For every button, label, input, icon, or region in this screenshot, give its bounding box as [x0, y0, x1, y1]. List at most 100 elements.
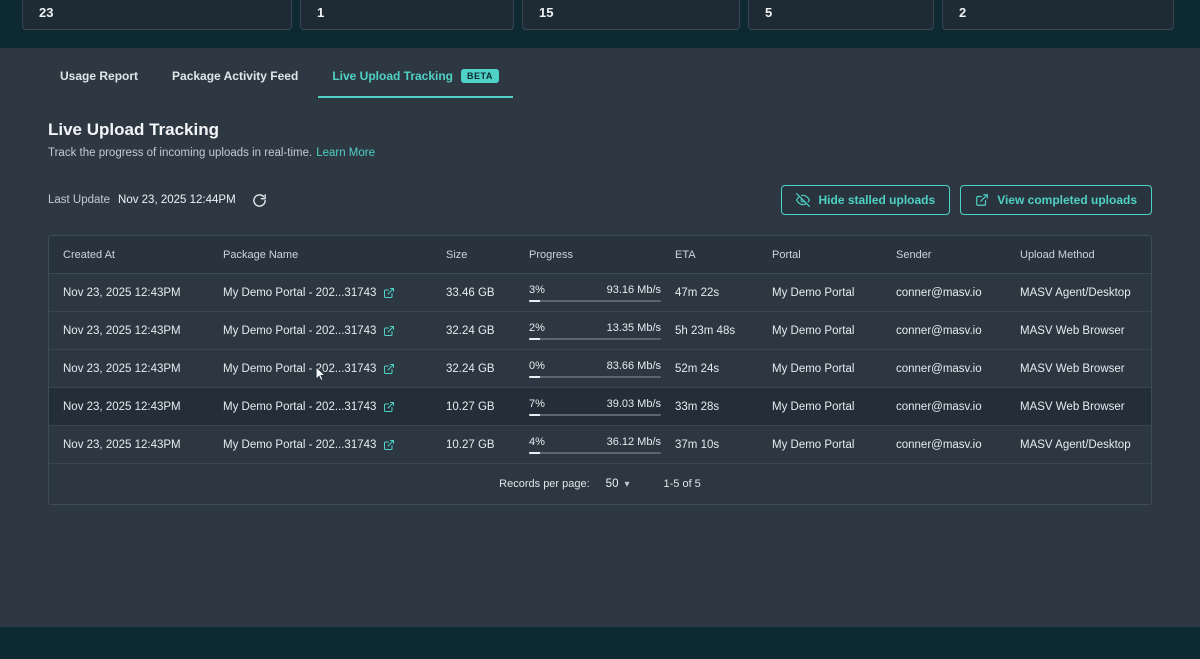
per-page-value: 50 [606, 478, 619, 490]
table-row[interactable]: Nov 23, 2025 12:43PM My Demo Portal - 20… [49, 388, 1151, 426]
stat-value: 15 [539, 5, 553, 20]
tab-live-upload-tracking[interactable]: Live Upload Tracking BETA [318, 56, 513, 98]
table-row[interactable]: Nov 23, 2025 12:43PM My Demo Portal - 20… [49, 274, 1151, 312]
external-link-icon [975, 193, 989, 207]
table-body: Nov 23, 2025 12:43PM My Demo Portal - 20… [49, 274, 1151, 464]
cell-size: 32.24 GB [432, 325, 515, 337]
progress-track [529, 300, 661, 302]
cell-portal: My Demo Portal [758, 363, 882, 375]
cell-size: 32.24 GB [432, 363, 515, 375]
progress-widget: 4% 36.12 Mb/s [529, 436, 661, 454]
stat-card[interactable]: 1 [300, 0, 514, 30]
progress-fill [529, 300, 540, 302]
caret-down-icon: ▾ [624, 479, 629, 490]
cell-created-at: Nov 23, 2025 12:43PM [49, 287, 209, 299]
learn-more-link[interactable]: Learn More [316, 147, 375, 159]
progress-fill [529, 338, 540, 340]
stat-value: 1 [317, 5, 324, 20]
package-name-text: My Demo Portal - 202...31743 [223, 325, 376, 337]
tab-bar: Usage Report Package Activity Feed Live … [60, 56, 1152, 98]
cell-progress: 3% 93.16 Mb/s [515, 284, 661, 302]
stat-card[interactable]: 5 [748, 0, 934, 30]
cell-eta: 47m 22s [661, 287, 758, 299]
tab-label: Package Activity Feed [172, 69, 298, 83]
cell-eta: 52m 24s [661, 363, 758, 375]
column-header-package-name: Package Name [209, 249, 432, 261]
progress-widget: 0% 83.66 Mb/s [529, 360, 661, 378]
table-footer: Records per page: 50 ▾ 1-5 of 5 [49, 464, 1151, 504]
records-per-page-select[interactable]: 50 ▾ [606, 478, 630, 490]
cell-progress: 2% 13.35 Mb/s [515, 322, 661, 340]
table-row[interactable]: Nov 23, 2025 12:43PM My Demo Portal - 20… [49, 312, 1151, 350]
progress-percent: 0% [529, 360, 545, 372]
open-package-icon[interactable] [383, 363, 395, 375]
subtitle-text: Track the progress of incoming uploads i… [48, 147, 312, 159]
button-label: Hide stalled uploads [818, 193, 935, 207]
cell-upload-method: MASV Web Browser [1006, 363, 1151, 375]
uploads-table: Created At Package Name Size Progress ET… [48, 235, 1152, 505]
stat-card[interactable]: 23 [22, 0, 292, 30]
package-name-text: My Demo Portal - 202...31743 [223, 401, 376, 413]
cell-package-name: My Demo Portal - 202...31743 [209, 287, 432, 299]
toolbar: Last Update Nov 23, 2025 12:44PM Hide st… [48, 185, 1152, 215]
cell-sender: conner@masv.io [882, 401, 1006, 413]
cell-size: 10.27 GB [432, 439, 515, 451]
records-per-page-label: Records per page: [499, 478, 590, 490]
package-name-text: My Demo Portal - 202...31743 [223, 439, 376, 451]
last-update-value: Nov 23, 2025 12:44PM [118, 194, 236, 206]
cell-package-name: My Demo Portal - 202...31743 [209, 325, 432, 337]
cell-progress: 7% 39.03 Mb/s [515, 398, 661, 416]
progress-fill [529, 452, 540, 454]
main-content: Usage Report Package Activity Feed Live … [0, 48, 1200, 627]
open-package-icon[interactable] [383, 401, 395, 413]
tab-package-activity-feed[interactable]: Package Activity Feed [172, 56, 298, 98]
column-header-upload-method: Upload Method [1006, 249, 1151, 261]
progress-speed: 13.35 Mb/s [607, 322, 661, 334]
refresh-icon[interactable] [252, 193, 267, 208]
button-label: View completed uploads [997, 193, 1137, 207]
open-package-icon[interactable] [383, 325, 395, 337]
top-band: 23 1 15 5 2 [0, 0, 1200, 48]
table-row[interactable]: Nov 23, 2025 12:43PM My Demo Portal - 20… [49, 426, 1151, 464]
stat-value: 23 [39, 5, 53, 20]
cell-created-at: Nov 23, 2025 12:43PM [49, 439, 209, 451]
cell-eta: 37m 10s [661, 439, 758, 451]
tab-usage-report[interactable]: Usage Report [60, 56, 138, 98]
cell-sender: conner@masv.io [882, 287, 1006, 299]
tab-label: Usage Report [60, 69, 138, 83]
cell-upload-method: MASV Agent/Desktop [1006, 287, 1151, 299]
progress-track [529, 376, 661, 378]
cell-eta: 5h 23m 48s [661, 325, 758, 337]
page-subtitle: Track the progress of incoming uploads i… [48, 147, 1152, 159]
progress-widget: 3% 93.16 Mb/s [529, 284, 661, 302]
column-header-created-at: Created At [49, 249, 209, 261]
hide-stalled-uploads-button[interactable]: Hide stalled uploads [781, 185, 950, 215]
progress-percent: 3% [529, 284, 545, 296]
stat-card[interactable]: 2 [942, 0, 1174, 30]
eye-off-icon [796, 193, 810, 207]
open-package-icon[interactable] [383, 287, 395, 299]
package-name-text: My Demo Portal - 202...31743 [223, 363, 376, 375]
open-package-icon[interactable] [383, 439, 395, 451]
cell-sender: conner@masv.io [882, 363, 1006, 375]
table-row[interactable]: Nov 23, 2025 12:43PM My Demo Portal - 20… [49, 350, 1151, 388]
cell-portal: My Demo Portal [758, 401, 882, 413]
progress-percent: 2% [529, 322, 545, 334]
progress-widget: 7% 39.03 Mb/s [529, 398, 661, 416]
cell-upload-method: MASV Web Browser [1006, 401, 1151, 413]
column-header-sender: Sender [882, 249, 1006, 261]
toolbar-actions: Hide stalled uploads View completed uplo… [781, 185, 1152, 215]
column-header-progress: Progress [515, 249, 661, 261]
pagination-range: 1-5 of 5 [664, 478, 701, 490]
progress-track [529, 338, 661, 340]
page-title: Live Upload Tracking [48, 120, 1152, 140]
cell-progress: 4% 36.12 Mb/s [515, 436, 661, 454]
cell-progress: 0% 83.66 Mb/s [515, 360, 661, 378]
tab-label: Live Upload Tracking [332, 69, 453, 83]
progress-widget: 2% 13.35 Mb/s [529, 322, 661, 340]
cell-package-name: My Demo Portal - 202...31743 [209, 401, 432, 413]
view-completed-uploads-button[interactable]: View completed uploads [960, 185, 1152, 215]
stat-card[interactable]: 15 [522, 0, 740, 30]
progress-track [529, 414, 661, 416]
progress-speed: 36.12 Mb/s [607, 436, 661, 448]
